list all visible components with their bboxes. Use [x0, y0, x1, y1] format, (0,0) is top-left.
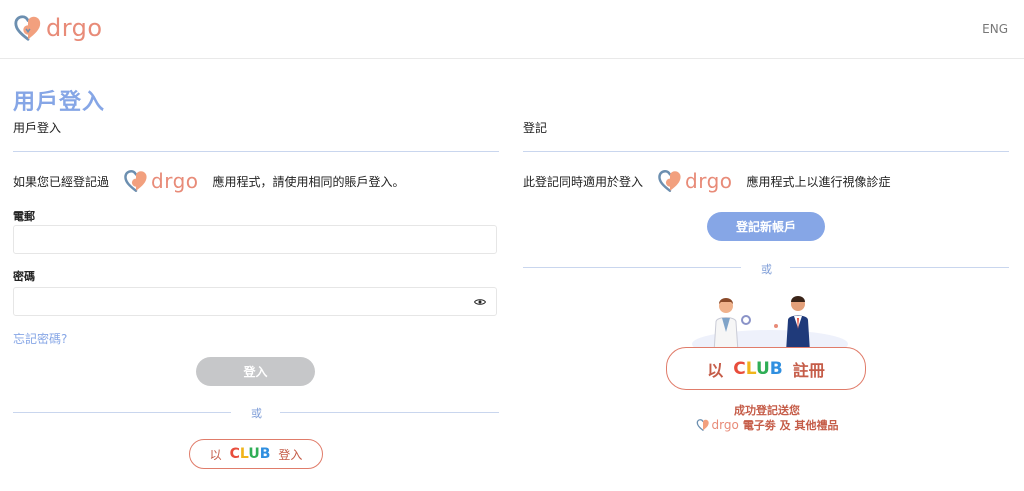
eye-icon[interactable] — [474, 297, 486, 307]
inline-drgo-logo: drgo — [657, 168, 733, 194]
email-input[interactable] — [14, 226, 496, 253]
doctors-illustration — [692, 296, 848, 352]
login-intro-before: 如果您已經登記過 — [13, 174, 110, 189]
promo-line-2-text: 電子劵 及 其他禮品 — [742, 419, 839, 432]
club-login-button[interactable]: 以 CLUB 登入 — [189, 439, 323, 469]
club-login-prefix: 以 — [209, 447, 222, 462]
drgo-logo[interactable]: drgo — [13, 13, 103, 43]
drgo-heart-logo-icon — [696, 419, 709, 431]
club-login-suffix: 登入 — [278, 447, 303, 462]
login-intro: 如果您已經登記過 drgo 應用程式，請使用相同的賬戶登入。 — [13, 168, 405, 194]
login-button[interactable]: 登入 — [196, 357, 315, 386]
email-label: 電郵 — [13, 210, 35, 223]
promo-line-2: drgo 電子劵 及 其他禮品 — [667, 417, 867, 433]
register-intro: 此登記同時適用於登入 drgo 應用程式上以進行視像診症 — [523, 168, 891, 194]
club-register-suffix: 註冊 — [792, 360, 825, 380]
forgot-password-link[interactable]: 忘記密碼? — [13, 330, 67, 347]
inline-logo-wordmark: drgo — [685, 169, 733, 193]
password-field[interactable] — [13, 287, 497, 316]
login-or-line-left — [13, 412, 231, 413]
club-register-prefix: 以 — [707, 360, 724, 380]
promo-logo-wordmark: drgo — [711, 418, 739, 432]
password-input[interactable] — [14, 288, 496, 315]
register-new-account-button[interactable]: 登記新帳戶 — [707, 212, 825, 241]
drgo-heart-logo-icon — [14, 15, 41, 41]
drgo-heart-logo-icon — [124, 170, 147, 192]
register-or-line-right — [790, 267, 1009, 268]
page-title: 用戶登入 — [13, 90, 106, 115]
login-divider — [13, 151, 499, 152]
club-register-button[interactable]: 以 CLUB 註冊 — [666, 347, 866, 390]
logo-wordmark: drgo — [46, 14, 103, 42]
club-wordmark: CLUB — [229, 446, 271, 462]
header: drgo ENG — [0, 0, 1024, 59]
register-intro-before: 此登記同時適用於登入 — [523, 174, 644, 189]
password-label: 密碼 — [13, 270, 35, 283]
login-or-label: 或 — [251, 407, 262, 420]
promo-line-1: 成功登記送您 — [734, 404, 800, 417]
register-or-label: 或 — [761, 263, 772, 276]
inline-logo-wordmark: drgo — [151, 169, 199, 193]
register-divider — [523, 151, 1009, 152]
inline-drgo-logo: drgo — [123, 168, 199, 194]
register-intro-after: 應用程式上以進行視像診症 — [746, 174, 891, 189]
login-or-line-right — [280, 412, 499, 413]
language-switch[interactable]: ENG — [982, 22, 1008, 36]
club-wordmark: CLUB — [733, 358, 783, 379]
email-field[interactable] — [13, 225, 497, 254]
register-section-label: 登記 — [523, 121, 548, 135]
drgo-heart-logo-icon — [658, 170, 681, 192]
register-or-line-left — [523, 267, 741, 268]
login-intro-after: 應用程式，請使用相同的賬戶登入。 — [212, 174, 405, 189]
login-section-label: 用戶登入 — [13, 121, 62, 135]
